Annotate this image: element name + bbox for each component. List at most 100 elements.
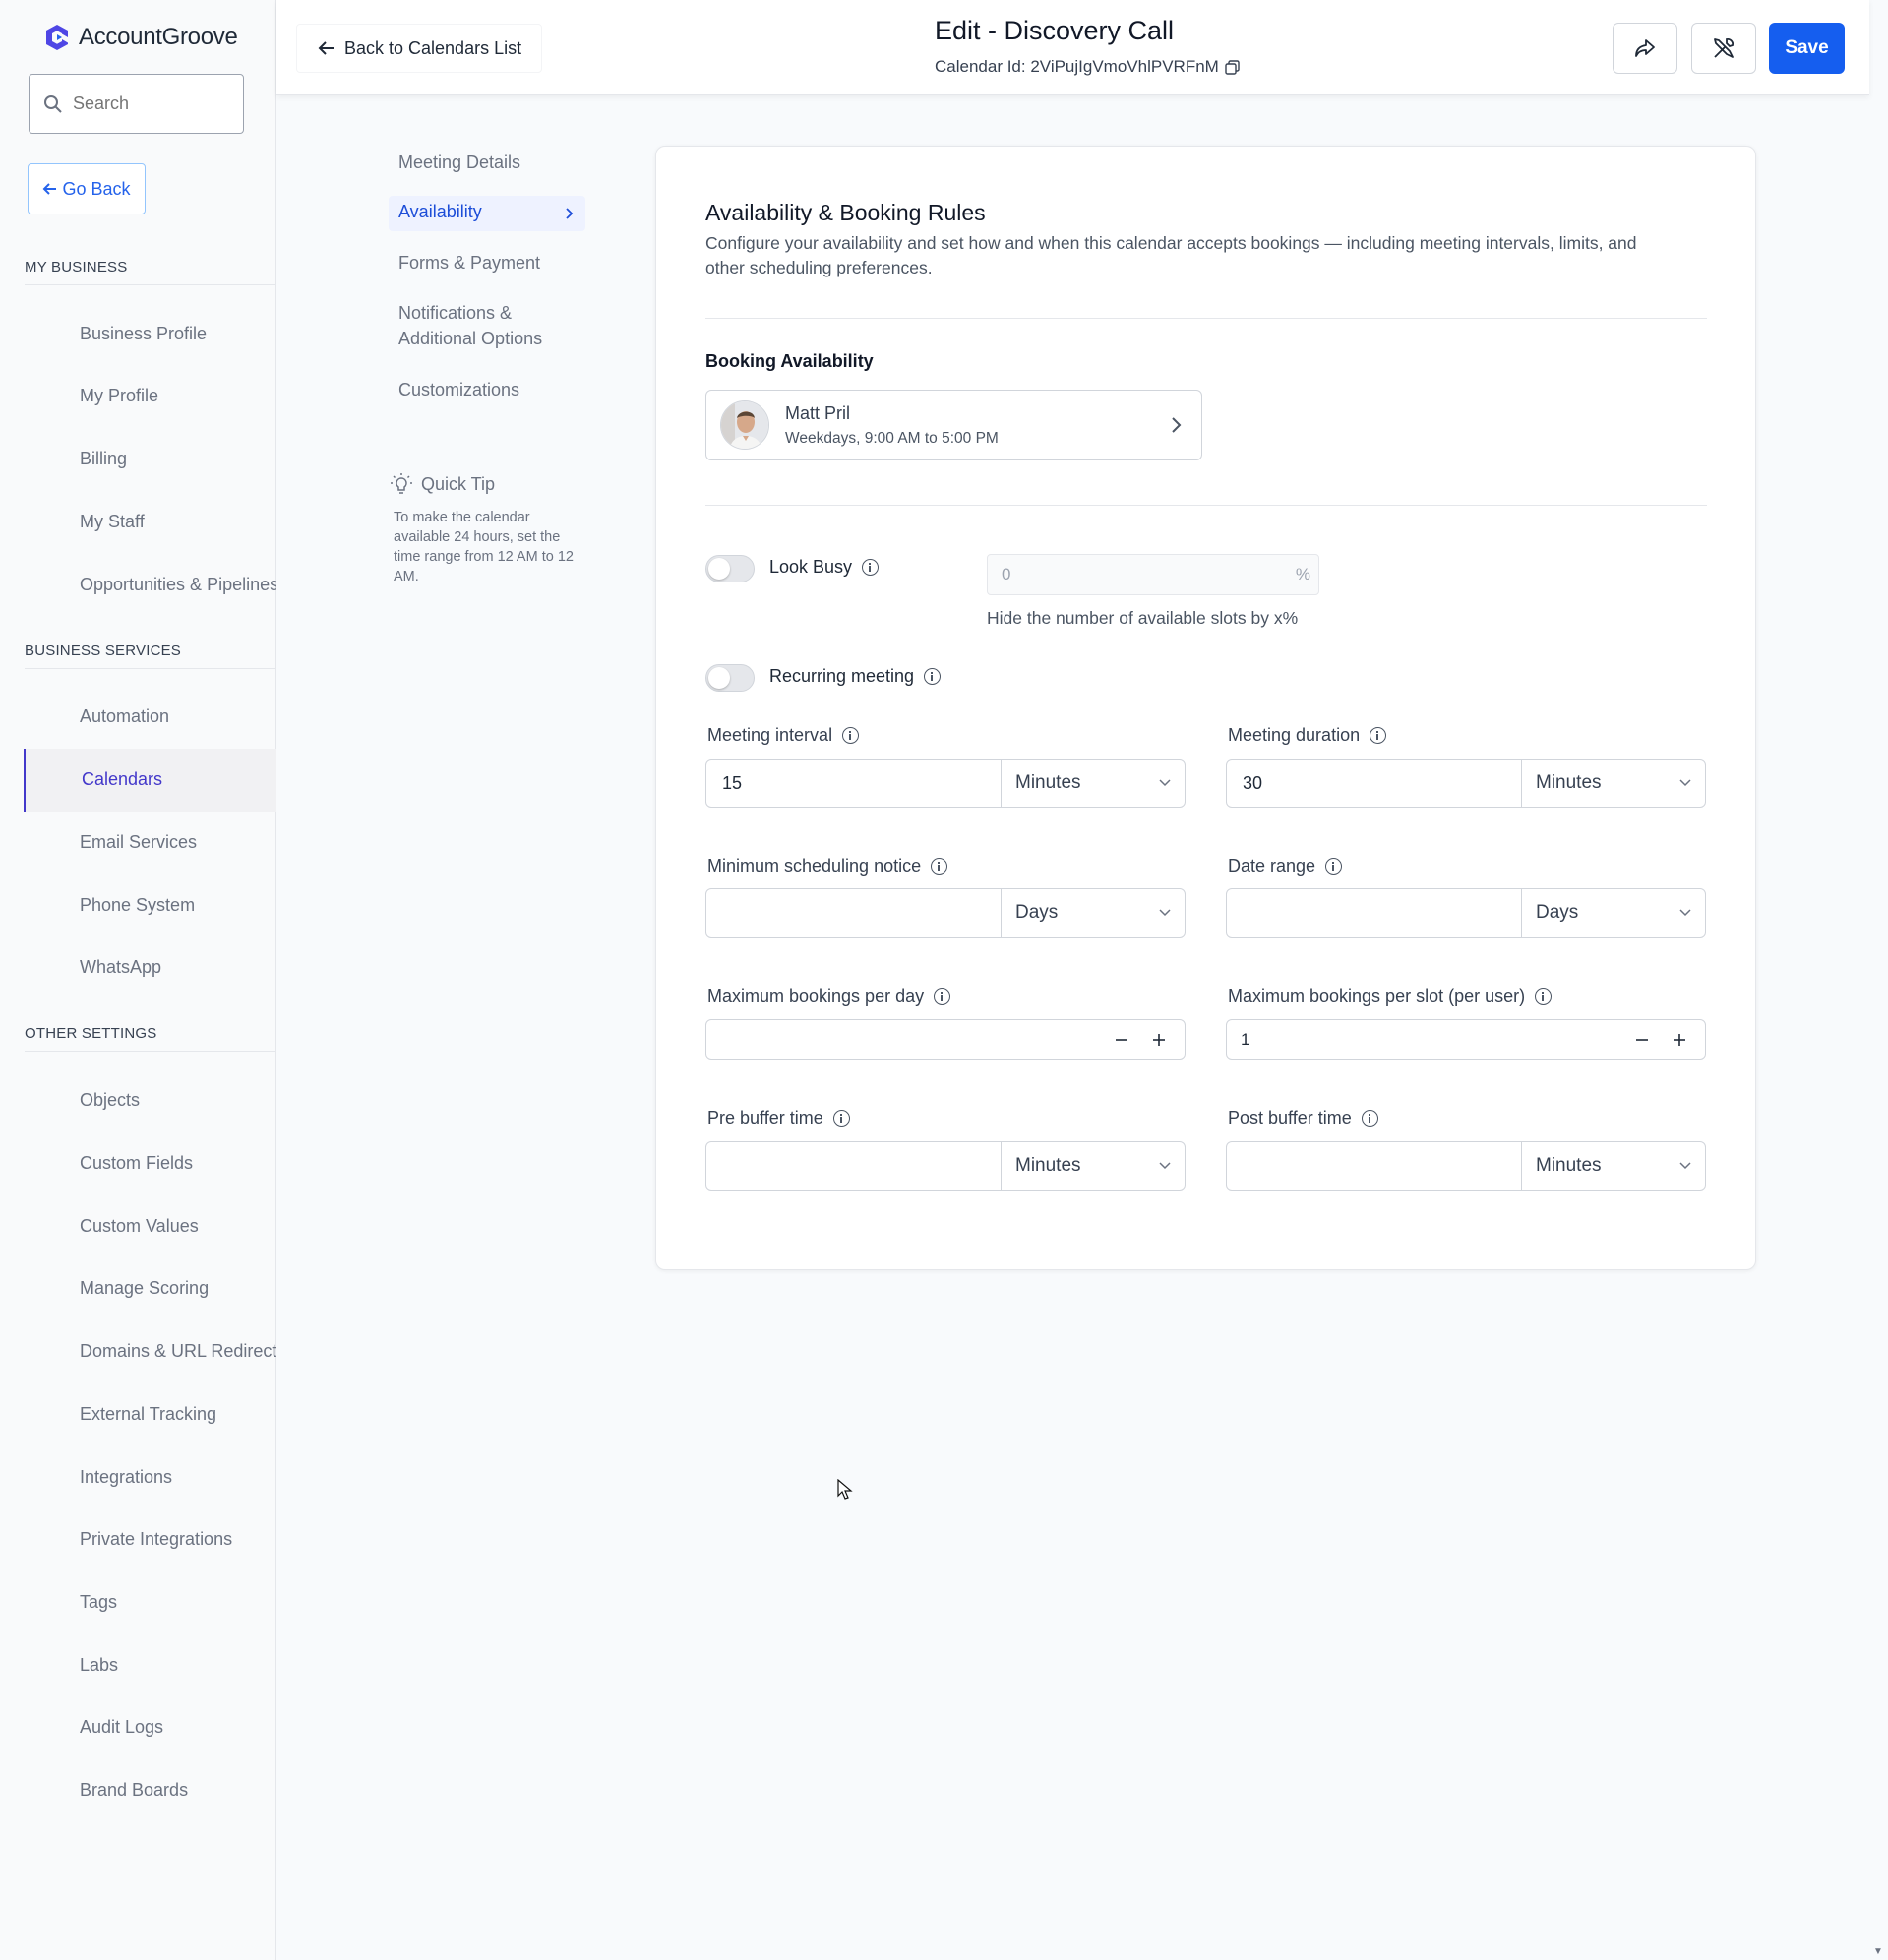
share-button[interactable] <box>1613 23 1677 74</box>
meeting-duration-unit: Minutes <box>1536 772 1602 793</box>
min-notice-text: Minimum scheduling notice <box>707 856 922 876</box>
plus-icon[interactable] <box>1668 1028 1691 1052</box>
search-input[interactable] <box>73 93 220 114</box>
post-buffer-unit-select[interactable]: Minutes <box>1522 1142 1705 1190</box>
sidebar-item-phone-system[interactable]: Phone System <box>80 895 276 916</box>
info-icon[interactable] <box>931 858 948 875</box>
sidebar-item-my-profile[interactable]: My Profile <box>80 386 276 406</box>
percent-suffix: % <box>1295 565 1310 583</box>
pre-buffer-unit-select[interactable]: Minutes <box>1002 1142 1185 1190</box>
tab-notifications[interactable]: Notifications & Additional Options <box>398 300 542 351</box>
top-bar: Back to Calendars List Edit - Discovery … <box>276 0 1869 95</box>
sidebar-item-custom-fields[interactable]: Custom Fields <box>80 1153 276 1174</box>
tab-customizations[interactable]: Customizations <box>398 377 519 402</box>
min-notice-input[interactable] <box>706 889 1002 937</box>
max-per-slot-stepper[interactable]: 1 <box>1226 1019 1706 1060</box>
sidebar-item-objects[interactable]: Objects <box>80 1090 276 1111</box>
info-icon[interactable] <box>832 1110 850 1127</box>
max-per-day-label: Maximum bookings per day <box>707 986 951 1007</box>
sidebar-item-external-tracking[interactable]: External Tracking <box>80 1404 276 1425</box>
info-icon[interactable] <box>1361 1110 1378 1127</box>
sidebar-item-private-integrations[interactable]: Private Integrations <box>80 1529 276 1550</box>
recurring-meeting-toggle[interactable] <box>705 664 755 692</box>
date-range-label: Date range <box>1228 856 1343 877</box>
sidebar-item-tags[interactable]: Tags <box>80 1592 276 1613</box>
meeting-duration-input[interactable]: 30 <box>1227 760 1522 807</box>
back-to-calendars-label: Back to Calendars List <box>344 37 522 58</box>
avatar <box>720 400 769 450</box>
look-busy-toggle[interactable] <box>705 555 755 582</box>
sidebar-item-billing[interactable]: Billing <box>80 449 276 469</box>
info-icon[interactable] <box>862 559 880 576</box>
tab-forms-payment[interactable]: Forms & Payment <box>398 250 540 276</box>
booking-availability-card[interactable]: Matt Pril Weekdays, 9:00 AM to 5:00 PM <box>705 390 1202 460</box>
chevron-down-icon <box>1679 909 1691 917</box>
look-busy-label: Look Busy <box>769 557 880 578</box>
search-box[interactable] <box>29 74 244 134</box>
save-button[interactable]: Save <box>1769 23 1845 74</box>
recurring-meeting-text: Recurring meeting <box>769 666 915 686</box>
search-icon <box>44 94 62 113</box>
max-per-slot-value: 1 <box>1241 1030 1250 1049</box>
info-icon[interactable] <box>842 727 860 744</box>
back-to-calendars-button[interactable]: Back to Calendars List <box>296 24 543 73</box>
sidebar-item-my-staff[interactable]: My Staff <box>80 512 276 532</box>
meeting-duration-unit-select[interactable]: Minutes <box>1522 760 1705 807</box>
min-notice-label: Minimum scheduling notice <box>707 856 948 877</box>
meeting-interval-unit-select[interactable]: Minutes <box>1002 760 1185 807</box>
max-per-slot-text: Maximum bookings per slot (per user) <box>1228 986 1526 1006</box>
sidebar-item-brand-boards[interactable]: Brand Boards <box>80 1780 276 1801</box>
min-notice-unit-select[interactable]: Days <box>1002 889 1185 937</box>
sidebar-item-custom-values[interactable]: Custom Values <box>80 1216 276 1237</box>
sidebar-item-calendars[interactable]: Calendars <box>24 749 276 812</box>
tab-meeting-details[interactable]: Meeting Details <box>398 150 520 175</box>
post-buffer-input[interactable] <box>1227 1142 1522 1190</box>
brand-logo-icon <box>46 25 68 50</box>
user-photo <box>721 401 768 449</box>
chevron-right-icon <box>566 208 574 219</box>
meeting-duration-label: Meeting duration <box>1228 725 1387 746</box>
scroll-down-arrow-icon[interactable]: ▼ <box>1873 1946 1883 1957</box>
brand-logo[interactable]: AccountGroove <box>41 22 238 53</box>
minus-icon[interactable] <box>1110 1028 1133 1052</box>
quick-tip: Quick Tip <box>390 472 495 496</box>
plus-icon[interactable] <box>1147 1028 1171 1052</box>
sidebar-item-integrations[interactable]: Integrations <box>80 1467 276 1488</box>
sidebar-item-audit-logs[interactable]: Audit Logs <box>80 1717 276 1738</box>
tab-availability[interactable]: Availability <box>389 196 585 231</box>
date-range-unit-select[interactable]: Days <box>1522 889 1705 937</box>
lightbulb-icon <box>391 473 412 494</box>
sidebar-item-email-services[interactable]: Email Services <box>80 832 276 853</box>
minus-icon[interactable] <box>1630 1028 1654 1052</box>
post-buffer-label: Post buffer time <box>1228 1108 1378 1129</box>
meeting-interval-text: Meeting interval <box>707 725 833 745</box>
info-icon[interactable] <box>1325 858 1343 875</box>
max-per-day-stepper[interactable] <box>705 1019 1186 1060</box>
sidebar-item-opportunities[interactable]: Opportunities & Pipelines <box>80 575 276 595</box>
chevron-down-icon <box>1679 1162 1691 1170</box>
date-range-input[interactable] <box>1227 889 1522 937</box>
user-name: Matt Pril <box>785 403 851 423</box>
divider <box>705 318 1707 319</box>
info-icon[interactable] <box>934 988 951 1005</box>
copy-icon[interactable] <box>1225 59 1240 75</box>
go-back-button[interactable]: Go Back <box>28 163 146 214</box>
sidebar-item-labs[interactable]: Labs <box>80 1655 276 1676</box>
meeting-interval-input[interactable]: 15 <box>706 760 1002 807</box>
sidebar-item-manage-scoring[interactable]: Manage Scoring <box>80 1278 276 1299</box>
sidebar-item-domains[interactable]: Domains & URL Redirects <box>80 1341 276 1362</box>
pre-buffer-input[interactable] <box>706 1142 1002 1190</box>
meeting-duration-field: 30 Minutes <box>1226 759 1706 808</box>
look-busy-percent-input[interactable]: 0 % <box>987 554 1319 595</box>
calendar-id: Calendar Id: 2ViPujIgVmoVhlPVRFnM <box>935 57 1240 77</box>
sidebar-item-whatsapp[interactable]: WhatsApp <box>80 957 276 978</box>
info-icon[interactable] <box>924 668 942 685</box>
pre-buffer-label: Pre buffer time <box>707 1108 850 1129</box>
info-icon[interactable] <box>1535 988 1553 1005</box>
info-icon[interactable] <box>1370 727 1387 744</box>
sidebar-item-business-profile[interactable]: Business Profile <box>80 324 276 344</box>
share-icon <box>1635 39 1655 57</box>
sidebar-item-automation[interactable]: Automation <box>80 706 276 727</box>
tools-button[interactable] <box>1691 23 1756 74</box>
date-range-field: Days <box>1226 888 1706 938</box>
